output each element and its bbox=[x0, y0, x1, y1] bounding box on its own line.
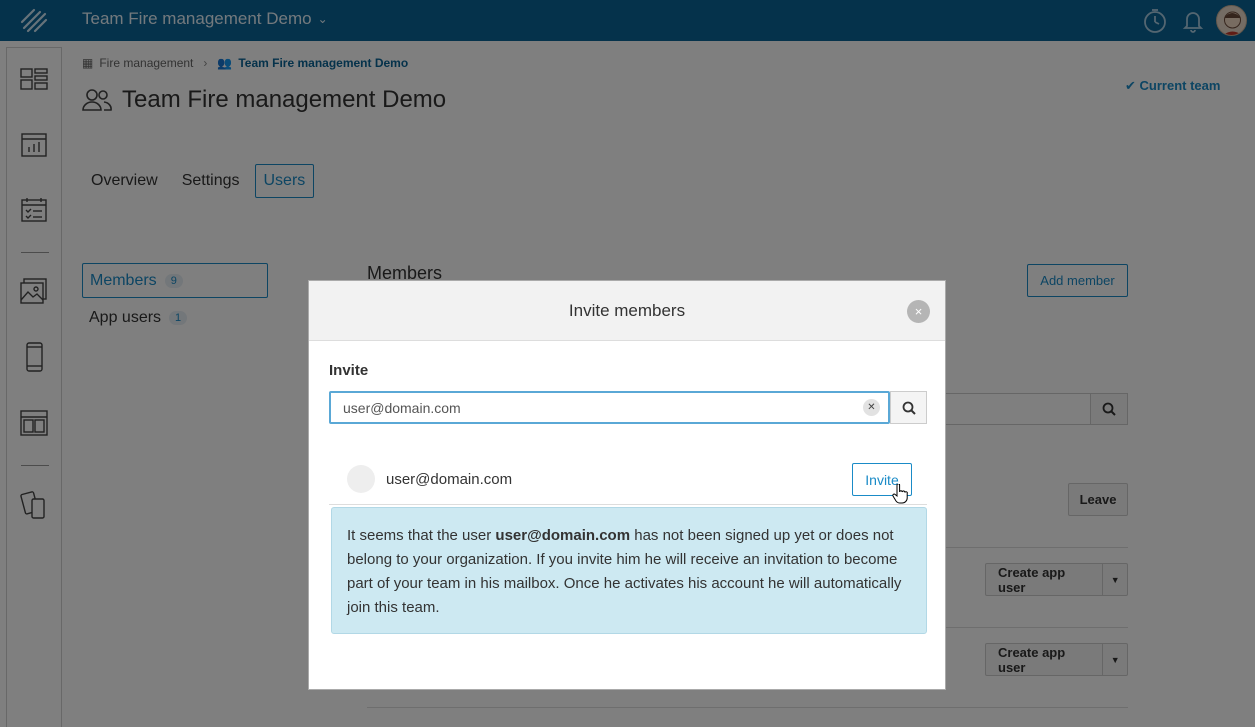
close-button[interactable]: × bbox=[907, 300, 930, 323]
close-icon: × bbox=[914, 304, 923, 319]
search-icon bbox=[902, 401, 916, 415]
hand-cursor-icon bbox=[892, 484, 908, 504]
invite-email-value: user@domain.com bbox=[343, 399, 461, 416]
invite-members-modal: Invite members × Invite user@domain.com … bbox=[308, 280, 946, 690]
result-email: user@domain.com bbox=[386, 471, 513, 488]
info-email: user@domain.com bbox=[495, 527, 631, 544]
invite-label: Invite bbox=[329, 362, 369, 379]
search-result-row: user@domain.com Invite bbox=[329, 457, 927, 505]
avatar bbox=[347, 465, 375, 493]
info-text-prefix: It seems that the user bbox=[347, 527, 496, 544]
not-registered-info-alert: It seems that the user user@domain.com h… bbox=[331, 507, 927, 634]
invite-email-input[interactable]: user@domain.com ✕ bbox=[329, 391, 890, 424]
modal-header: Invite members × bbox=[309, 281, 945, 341]
modal-title: Invite members bbox=[568, 300, 686, 320]
invite-search-button[interactable] bbox=[890, 391, 927, 424]
clear-input-icon[interactable]: ✕ bbox=[863, 399, 880, 416]
